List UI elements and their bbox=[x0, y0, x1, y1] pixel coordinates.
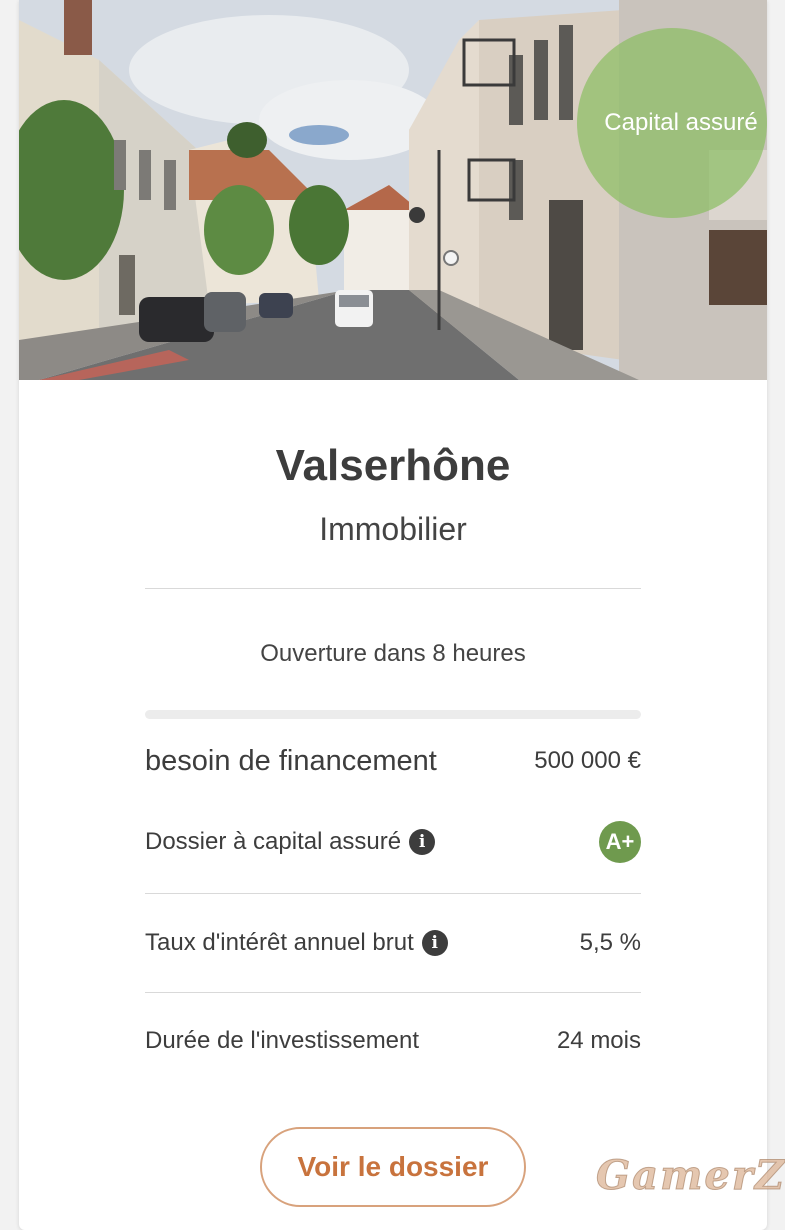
info-icon[interactable]: i bbox=[409, 829, 436, 855]
duration-label: Durée de l'investissement bbox=[145, 1027, 420, 1054]
rate-value: 5,5 % bbox=[579, 929, 641, 956]
guarantee-grade-badge: A+ bbox=[599, 821, 641, 863]
rate-label: Taux d'intérêt annuel brut bbox=[145, 929, 414, 956]
capital-assure-badge: Capital assuré bbox=[577, 28, 767, 218]
rate-row: Taux d'intérêt annuel brut i 5,5 % bbox=[145, 894, 641, 992]
project-photo: Capital assuré bbox=[19, 0, 767, 380]
project-category: Immobilier bbox=[319, 511, 467, 547]
divider bbox=[145, 588, 641, 589]
project-card: Capital assuré Valserhône Immobilier Ouv… bbox=[19, 0, 767, 1230]
project-details: Valserhône Immobilier Ouverture dans 8 h… bbox=[145, 380, 641, 1207]
view-dossier-button[interactable]: Voir le dossier bbox=[260, 1127, 526, 1207]
duration-value: 24 mois bbox=[556, 1027, 641, 1054]
guarantee-row: Dossier à capital assuré i A+ bbox=[145, 821, 641, 863]
project-title: Valserhône bbox=[275, 441, 511, 490]
duration-row: Durée de l'investissement 24 mois bbox=[145, 993, 641, 1089]
funding-value: 500 000 € bbox=[534, 747, 641, 774]
watermark: GamerZ bbox=[595, 1152, 785, 1200]
funding-label: besoin de financement bbox=[145, 744, 437, 777]
badge-label: Capital assuré bbox=[604, 109, 758, 136]
opening-status: Ouverture dans 8 heures bbox=[260, 640, 526, 667]
funding-progress-bar bbox=[145, 710, 641, 719]
funding-row: besoin de financement 500 000 € bbox=[145, 741, 641, 781]
info-icon[interactable]: i bbox=[421, 930, 448, 956]
guarantee-label: Dossier à capital assuré bbox=[145, 828, 402, 855]
